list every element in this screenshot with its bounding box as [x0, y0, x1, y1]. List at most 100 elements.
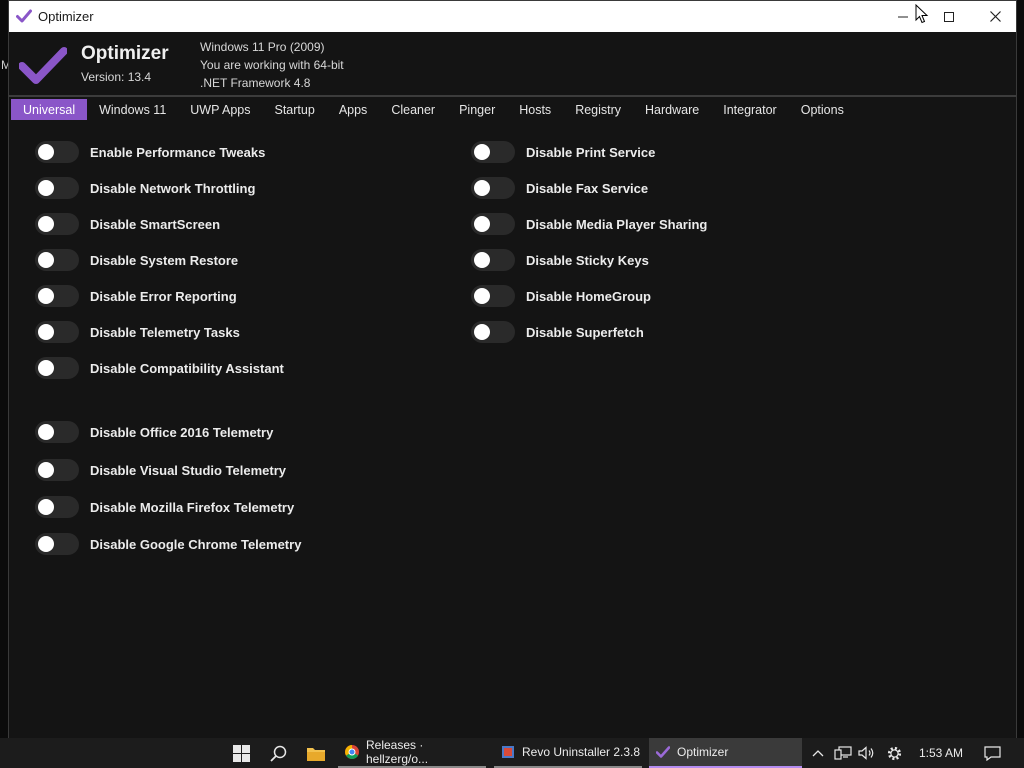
option-error-reporting[interactable]: Disable Error Reporting [35, 284, 237, 308]
start-button[interactable] [222, 738, 260, 768]
option-media-player-sharing[interactable]: Disable Media Player Sharing [471, 212, 707, 236]
taskbar-app-optimizer[interactable]: Optimizer [649, 738, 802, 768]
tab-pinger[interactable]: Pinger [447, 99, 507, 120]
folder-icon [307, 747, 325, 761]
tab-hosts[interactable]: Hosts [507, 99, 563, 120]
option-label: Disable Google Chrome Telemetry [90, 536, 302, 552]
os-info: Windows 11 Pro (2009) [200, 40, 325, 54]
toggle-knob [38, 180, 54, 196]
option-label: Disable Print Service [526, 144, 656, 160]
notifications-button[interactable] [980, 738, 1004, 768]
taskbar-app-label: Releases · hellzerg/o... [366, 738, 429, 766]
option-print-service[interactable]: Disable Print Service [471, 140, 655, 164]
option-network-throttling[interactable]: Disable Network Throttling [35, 176, 255, 200]
toggle-switch[interactable] [35, 249, 79, 271]
maximize-button[interactable] [926, 1, 972, 32]
framework-info: .NET Framework 4.8 [200, 76, 311, 90]
option-label: Disable Media Player Sharing [526, 216, 708, 232]
title-bar[interactable]: Optimizer [9, 1, 1016, 32]
tab-startup[interactable]: Startup [263, 99, 327, 120]
toggle-switch[interactable] [35, 459, 79, 481]
mouse-cursor-icon [915, 4, 929, 24]
toggle-switch[interactable] [35, 177, 79, 199]
search-icon [269, 745, 286, 762]
option-chrome-telemetry[interactable]: Disable Google Chrome Telemetry [35, 532, 301, 556]
taskbar: Releases · hellzerg/o... Revo Uninstalle… [0, 738, 1024, 768]
revo-uninstaller-icon [502, 746, 514, 758]
tab-windows-11[interactable]: Windows 11 [87, 99, 178, 120]
option-visual-studio-telemetry[interactable]: Disable Visual Studio Telemetry [35, 458, 286, 482]
toggle-knob [474, 144, 490, 160]
chevron-up-icon [812, 750, 824, 757]
toggle-switch[interactable] [35, 496, 79, 518]
minimize-icon [898, 16, 908, 17]
speaker-icon [858, 746, 874, 760]
option-system-restore[interactable]: Disable System Restore [35, 248, 238, 272]
option-superfetch[interactable]: Disable Superfetch [471, 320, 644, 344]
option-sticky-keys[interactable]: Disable Sticky Keys [471, 248, 649, 272]
tab-hardware[interactable]: Hardware [633, 99, 711, 120]
search-button[interactable] [262, 738, 294, 768]
taskbar-app-chrome[interactable]: Releases · hellzerg/o... [338, 738, 486, 768]
toggle-switch[interactable] [35, 285, 79, 307]
option-fax-service[interactable]: Disable Fax Service [471, 176, 648, 200]
toggle-knob [474, 324, 490, 340]
close-button[interactable] [972, 1, 1018, 32]
toggle-switch[interactable] [35, 213, 79, 235]
toggle-knob [38, 144, 54, 160]
toggle-switch[interactable] [471, 285, 515, 307]
toggle-switch[interactable] [471, 321, 515, 343]
toggle-knob [38, 288, 54, 304]
window-title: Optimizer [38, 9, 94, 24]
app-header: Optimizer Version: 13.4 Windows 11 Pro (… [9, 32, 1016, 96]
tab-integrator[interactable]: Integrator [711, 99, 789, 120]
chrome-icon [345, 745, 359, 759]
show-hidden-icons-button[interactable] [810, 738, 826, 768]
option-smartscreen[interactable]: Disable SmartScreen [35, 212, 220, 236]
toggle-switch[interactable] [471, 213, 515, 235]
toggle-switch[interactable] [471, 141, 515, 163]
toggle-switch[interactable] [35, 141, 79, 163]
toggle-knob [474, 216, 490, 232]
toggle-switch[interactable] [471, 249, 515, 271]
option-performance-tweaks[interactable]: Enable Performance Tweaks [35, 140, 265, 164]
taskbar-app-revo[interactable]: Revo Uninstaller 2.3.8 [494, 738, 642, 768]
bitness-info: You are working with 64-bit [200, 58, 344, 72]
toggle-switch[interactable] [35, 533, 79, 555]
option-label: Disable HomeGroup [526, 288, 651, 304]
tab-universal[interactable]: Universal [11, 99, 88, 120]
toggle-knob [38, 360, 54, 376]
option-label: Disable Superfetch [526, 324, 644, 340]
option-homegroup[interactable]: Disable HomeGroup [471, 284, 651, 308]
volume-button[interactable] [856, 738, 878, 768]
toggle-switch[interactable] [35, 421, 79, 443]
optimizer-logo-icon [19, 47, 67, 84]
toggle-knob [38, 499, 54, 515]
option-compatibility-assistant[interactable]: Disable Compatibility Assistant [35, 356, 284, 380]
tab-options[interactable]: Options [789, 99, 856, 120]
toggle-knob [38, 424, 54, 440]
option-office-telemetry[interactable]: Disable Office 2016 Telemetry [35, 420, 273, 444]
tab-apps[interactable]: Apps [327, 99, 380, 120]
app-version: Version: 13.4 [81, 70, 152, 84]
optimizer-icon [656, 746, 670, 758]
tab-registry[interactable]: Registry [563, 99, 633, 120]
toggle-knob [474, 252, 490, 268]
toggle-knob [38, 324, 54, 340]
clock[interactable]: 1:53 AM [919, 746, 963, 760]
network-button[interactable] [832, 738, 854, 768]
tab-cleaner[interactable]: Cleaner [379, 99, 447, 120]
toggle-switch[interactable] [35, 357, 79, 379]
desktop: M Optimizer Optimizer Version: 13.4 Wind… [0, 0, 1024, 768]
option-telemetry-tasks[interactable]: Disable Telemetry Tasks [35, 320, 240, 344]
universal-panel: Enable Performance Tweaks Disable Networ… [9, 121, 1016, 738]
option-label: Disable System Restore [90, 252, 239, 268]
tab-uwp-apps[interactable]: UWP Apps [178, 99, 262, 120]
option-firefox-telemetry[interactable]: Disable Mozilla Firefox Telemetry [35, 495, 294, 519]
toggle-switch[interactable] [471, 177, 515, 199]
toggle-knob [474, 288, 490, 304]
file-explorer-button[interactable] [298, 738, 334, 768]
toggle-switch[interactable] [35, 321, 79, 343]
settings-button[interactable] [883, 738, 905, 768]
app-name: Optimizer [81, 43, 169, 64]
